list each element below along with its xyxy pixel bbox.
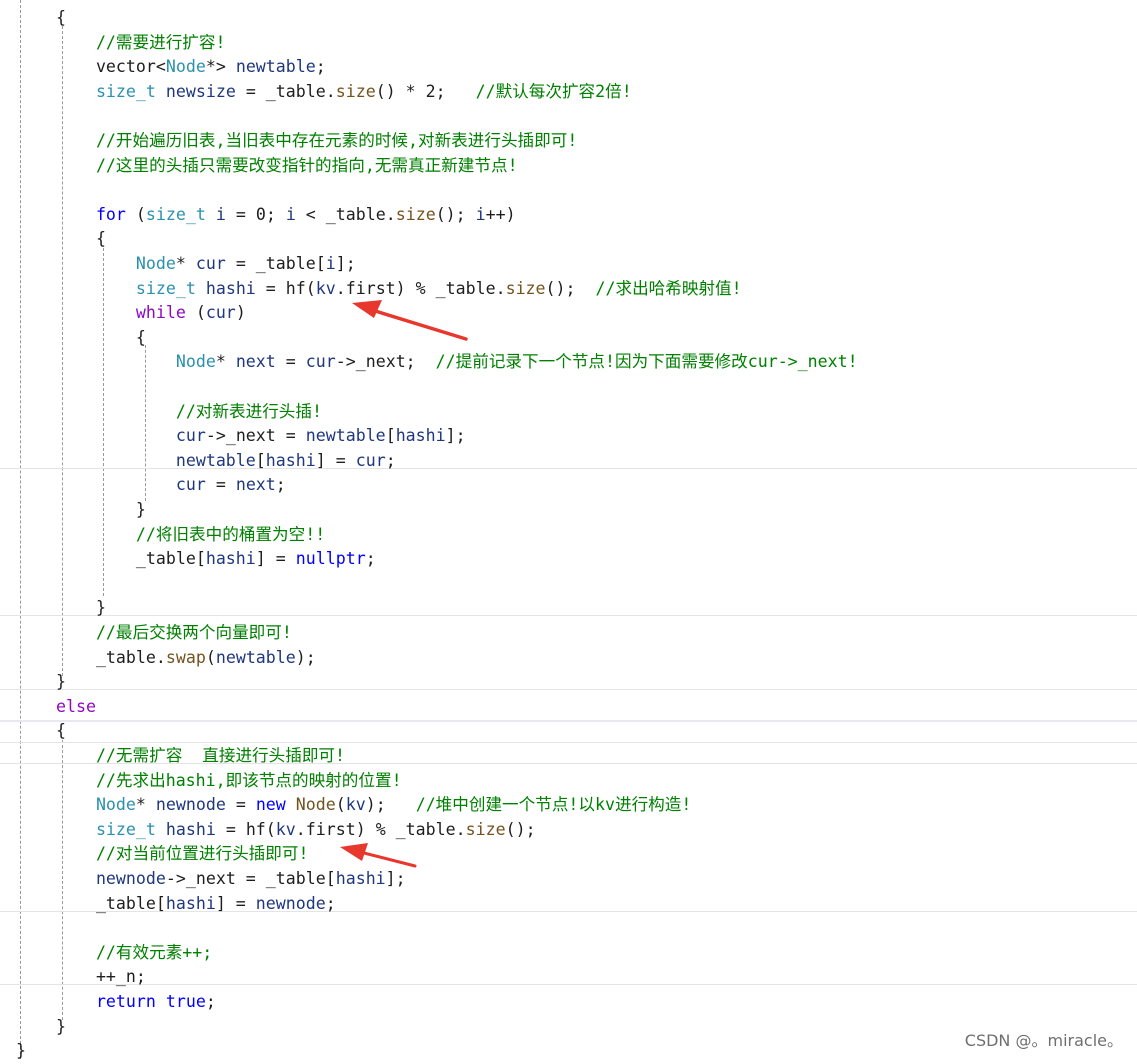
code-editor[interactable]: { //需要进行扩容! vector<Node*> newtable; size… (0, 0, 1137, 1060)
red-arrow-2 (340, 843, 417, 868)
watermark: CSDN @。miracle。 (964, 1031, 1123, 1050)
